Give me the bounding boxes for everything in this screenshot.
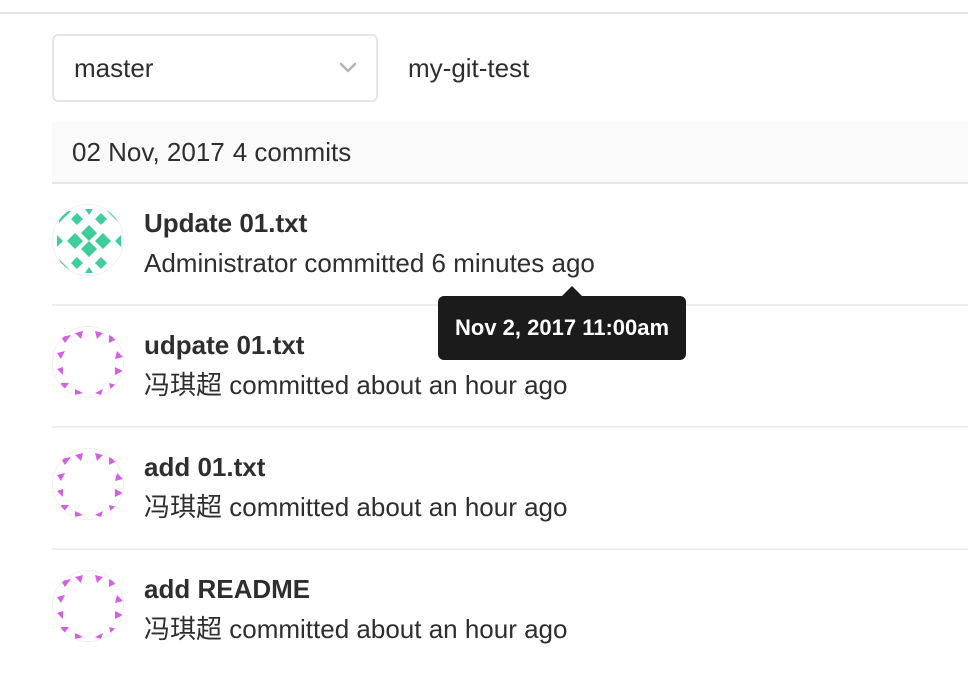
commit-author-link[interactable]: 冯琪超 bbox=[144, 614, 222, 644]
commit-row: add README 冯琪超 committed about an hour a… bbox=[52, 550, 968, 672]
commit-author-link[interactable]: 冯琪超 bbox=[144, 492, 222, 522]
commit-meta: Administrator committed 6 minutes ago bbox=[144, 246, 595, 280]
commit-time[interactable]: about an hour ago bbox=[356, 492, 567, 522]
commit-author-link[interactable]: 冯琪超 bbox=[144, 370, 222, 400]
commit-day-header: 02 Nov, 2017 4 commits bbox=[52, 122, 968, 184]
avatar[interactable] bbox=[52, 448, 124, 520]
commit-time-tooltip: Nov 2, 2017 11:00am bbox=[438, 296, 687, 360]
commit-day-date: 02 Nov, 2017 bbox=[72, 136, 225, 167]
commit-time[interactable]: about an hour ago bbox=[356, 614, 567, 644]
commit-list: Update 01.txt Administrator committed 6 … bbox=[52, 184, 968, 672]
commit-meta: 冯琪超 committed about an hour ago bbox=[144, 490, 567, 524]
commit-time[interactable]: about an hour ago bbox=[356, 370, 567, 400]
project-path: my-git-test bbox=[408, 52, 530, 83]
commits-page: master my-git-test 02 Nov, 2017 4 commit… bbox=[0, 0, 968, 694]
commit-verb: committed bbox=[229, 370, 350, 400]
commit-title-link[interactable]: Update 01.txt bbox=[144, 206, 595, 240]
commit-verb: committed bbox=[229, 492, 350, 522]
avatar[interactable] bbox=[52, 570, 124, 642]
commit-meta: 冯琪超 committed about an hour ago bbox=[144, 612, 567, 646]
commit-title-link[interactable]: add 01.txt bbox=[144, 450, 567, 484]
commit-info: Update 01.txt Administrator committed 6 … bbox=[144, 204, 595, 280]
commit-time[interactable]: 6 minutes ago bbox=[432, 248, 595, 278]
commit-title-link[interactable]: add README bbox=[144, 572, 567, 606]
commit-author-link[interactable]: Administrator bbox=[144, 248, 297, 278]
commit-row: add 01.txt 冯琪超 committed about an hour a… bbox=[52, 428, 968, 550]
avatar[interactable] bbox=[52, 204, 124, 276]
commit-meta: 冯琪超 committed about an hour ago bbox=[144, 368, 567, 402]
top-divider bbox=[0, 12, 968, 14]
commit-info: add README 冯琪超 committed about an hour a… bbox=[144, 570, 567, 646]
commits-toolbar: master my-git-test bbox=[52, 34, 529, 102]
commit-verb: committed bbox=[229, 614, 350, 644]
commit-info: add 01.txt 冯琪超 committed about an hour a… bbox=[144, 448, 567, 524]
chevron-down-icon bbox=[338, 58, 358, 78]
commit-row: Update 01.txt Administrator committed 6 … bbox=[52, 184, 968, 306]
branch-select-value: master bbox=[74, 52, 154, 83]
commit-verb: committed bbox=[304, 248, 425, 278]
branch-select[interactable]: master bbox=[52, 34, 378, 102]
avatar[interactable] bbox=[52, 326, 124, 398]
commit-day-count: 4 commits bbox=[232, 136, 352, 167]
tooltip-arrow bbox=[562, 286, 582, 296]
